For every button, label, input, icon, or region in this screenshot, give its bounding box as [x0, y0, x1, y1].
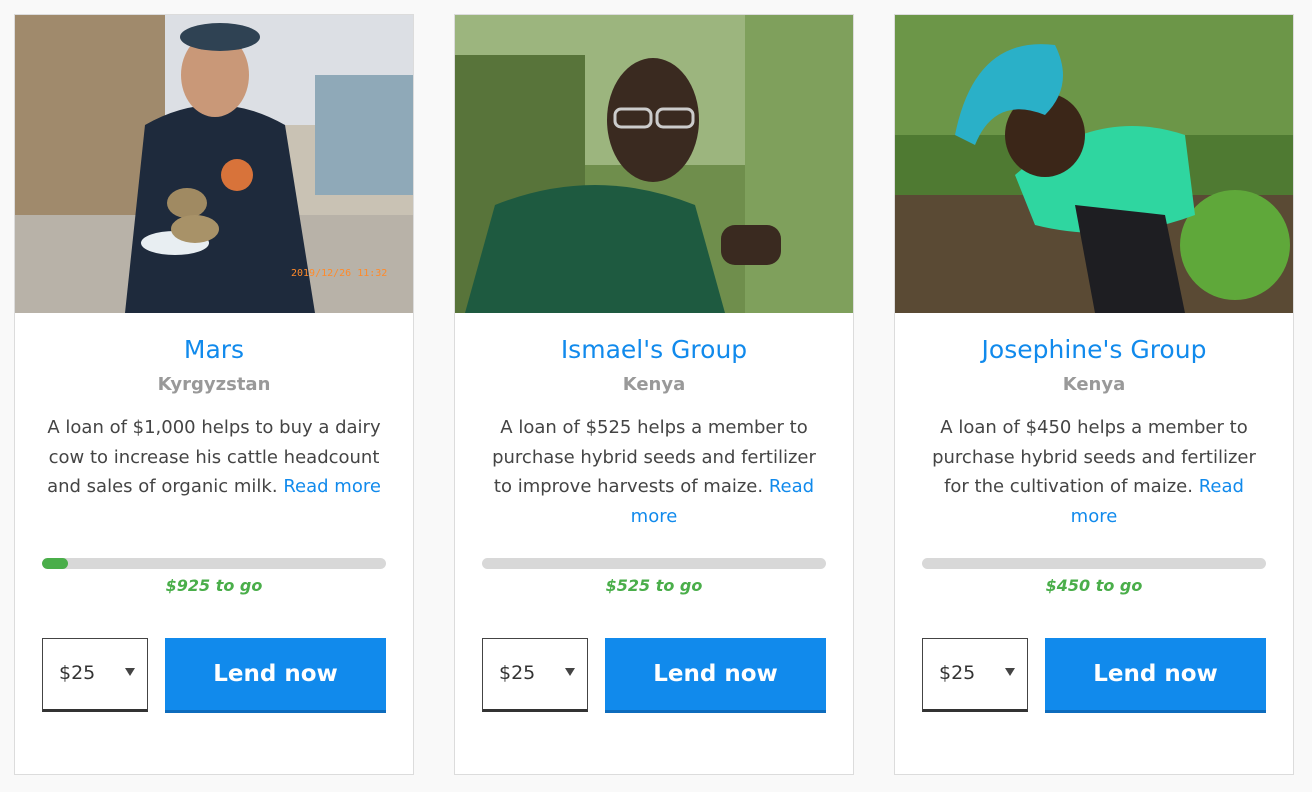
chevron-down-icon	[1005, 668, 1015, 676]
amount-to-go: $525 to go	[605, 576, 703, 595]
loan-card: 2019/12/26 11:32 Mars Kyrgyzstan A loan …	[14, 14, 414, 775]
funding-progress-bar	[482, 558, 826, 569]
loan-description: A loan of $450 helps a member to purchas…	[921, 413, 1267, 531]
lend-amount-select[interactable]: $25	[42, 638, 148, 712]
loan-card: Ismael's Group Kenya A loan of $525 help…	[454, 14, 854, 775]
loan-description-text: A loan of $525 helps a member to purchas…	[492, 417, 816, 497]
lend-now-button[interactable]: Lend now	[605, 638, 826, 713]
loan-description: A loan of $525 helps a member to purchas…	[481, 413, 827, 531]
borrower-country: Kenya	[1062, 374, 1126, 395]
borrower-photo-image	[895, 15, 1293, 313]
lend-amount-select[interactable]: $25	[922, 638, 1028, 712]
lend-amount-select[interactable]: $25	[482, 638, 588, 712]
amount-to-go: $925 to go	[165, 576, 263, 595]
lend-now-button[interactable]: Lend now	[1045, 638, 1266, 713]
borrower-photo-image	[455, 15, 853, 313]
funding-progress-fill	[42, 558, 68, 569]
borrower-photo[interactable]: 2019/12/26 11:32	[15, 15, 413, 313]
borrower-country: Kenya	[622, 374, 686, 395]
borrower-name[interactable]: Josephine's Group	[895, 335, 1293, 364]
loan-description: A loan of $1,000 helps to buy a dairy co…	[41, 413, 387, 502]
borrower-photo[interactable]	[455, 15, 853, 313]
lend-now-button[interactable]: Lend now	[165, 638, 386, 713]
chevron-down-icon	[125, 668, 135, 676]
lend-amount-value: $25	[59, 662, 96, 684]
loan-card: Josephine's Group Kenya A loan of $450 h…	[894, 14, 1294, 775]
borrower-name[interactable]: Ismael's Group	[455, 335, 853, 364]
borrower-photo-image: 2019/12/26 11:32	[15, 15, 413, 313]
funding-progress-bar	[922, 558, 1266, 569]
amount-to-go: $450 to go	[1045, 576, 1143, 595]
chevron-down-icon	[565, 668, 575, 676]
lend-amount-value: $25	[499, 662, 536, 684]
funding-progress-bar	[42, 558, 386, 569]
photo-timestamp: 2019/12/26 11:32	[291, 268, 387, 279]
read-more-link[interactable]: Read more	[283, 476, 381, 497]
borrower-country: Kyrgyzstan	[157, 374, 271, 395]
lend-amount-value: $25	[939, 662, 976, 684]
borrower-photo[interactable]	[895, 15, 1293, 313]
borrower-name[interactable]: Mars	[15, 335, 413, 364]
